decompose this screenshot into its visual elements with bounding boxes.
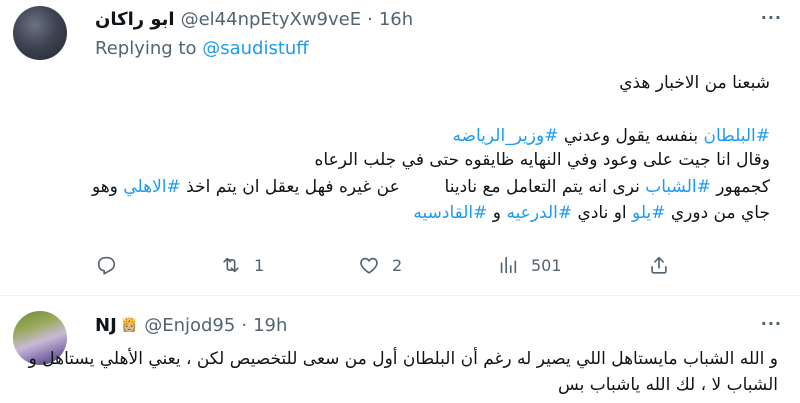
retweet-button[interactable]: 1 (220, 250, 264, 280)
tweet-text-segment: وهو (91, 177, 124, 197)
hashtag[interactable]: #البلطان (703, 126, 770, 146)
hashtag[interactable]: #يلو (632, 203, 665, 223)
avatar[interactable] (13, 6, 67, 60)
tweet-line-3: وقال انا جيت على وعود وفي النهايه ظايقوه… (314, 150, 771, 170)
replying-to-label: Replying to (95, 38, 197, 59)
author-name[interactable]: NJ (95, 315, 117, 336)
like-icon (360, 257, 378, 274)
tweet-text-segment: نرى انه يتم التعامل مع نادينا (439, 177, 646, 197)
views-count: 501 (531, 255, 562, 275)
hashtag[interactable]: #الدرعيه (506, 203, 572, 223)
tweet-line-5: جاي من دوري #يلو او نادي #الدرعيه و #الق… (413, 202, 770, 224)
separator-dot: · (241, 314, 248, 336)
tweet-text-segment: عن غيره فهل يعقل ان يتم اخذ (180, 177, 406, 197)
share-icon (651, 256, 667, 274)
tweet-line-1: شبعنا من الاخبار هذي (619, 73, 770, 93)
tweet-header: ابو راكان @el44npEtyXw9veE · 16h (95, 8, 413, 30)
like-count: 2 (392, 255, 403, 275)
tweet-text-segment: بنفسه يقول وعدني (558, 126, 704, 146)
hashtag[interactable]: #الشباب (645, 177, 711, 197)
tweet-line-2: #البلطان بنفسه يقول وعدني #وزير_الرياضه (452, 125, 770, 147)
hashtag[interactable]: #القادسيه (413, 203, 487, 223)
separator-dot: · (367, 8, 373, 30)
views-icon (500, 256, 517, 274)
tweet-actions: 1 2 501 (95, 250, 695, 280)
reply-button[interactable] (95, 250, 129, 280)
tweet-line-4: كجمهور #الشباب نرى انه يتم التعامل مع نا… (92, 176, 770, 198)
like-button[interactable]: 2 (358, 250, 402, 280)
tweet-text-segment: او نادي (572, 203, 633, 223)
reply-icon (97, 256, 116, 275)
more-icon[interactable]: ··· (761, 314, 782, 333)
retweet-count: 1 (254, 255, 265, 275)
author-handle[interactable]: @Enjod95 (144, 315, 235, 336)
tweet-text-segment: كجمهور (710, 177, 770, 197)
replying-to: Replying to @saudistuff (95, 38, 309, 59)
retweet-icon (223, 257, 239, 273)
views-button[interactable]: 501 (497, 250, 562, 280)
tweet-2[interactable]: NJ 👸🏼 @Enjod95 · 19h ··· و الله الشباب م… (0, 296, 800, 403)
hashtag[interactable]: #الاهلي (123, 177, 180, 197)
princess-emoji-icon: 👸🏼 (120, 317, 139, 333)
share-button[interactable] (648, 250, 670, 280)
replying-to-mention[interactable]: @saudistuff (202, 38, 309, 59)
timestamp[interactable]: 19h (253, 315, 287, 336)
tweet-1[interactable]: ابو راكان @el44npEtyXw9veE · 16h ··· Rep… (0, 0, 800, 295)
hashtag[interactable]: #وزير_الرياضه (452, 126, 558, 146)
tweet-text-segment: و (487, 203, 507, 223)
author-handle[interactable]: @el44npEtyXw9veE (181, 9, 362, 30)
tweet-line-2: الشباب لا ، لك الله ياشباب بس (557, 375, 778, 395)
timestamp[interactable]: 16h (379, 9, 413, 30)
tweet-line-1: و الله الشباب مايستاهل اللي يصير له رغم … (28, 349, 778, 369)
author-name[interactable]: ابو راكان (95, 9, 175, 30)
tweet-text: شبعنا من الاخبار هذي #البلطان بنفسه يقول… (70, 66, 770, 246)
tweet-header: NJ 👸🏼 @Enjod95 · 19h (95, 314, 287, 336)
tweet-text: و الله الشباب مايستاهل اللي يصير له رغم … (29, 346, 778, 402)
tweet-text-segment: جاي من دوري (665, 203, 770, 223)
more-icon[interactable]: ··· (761, 8, 782, 27)
